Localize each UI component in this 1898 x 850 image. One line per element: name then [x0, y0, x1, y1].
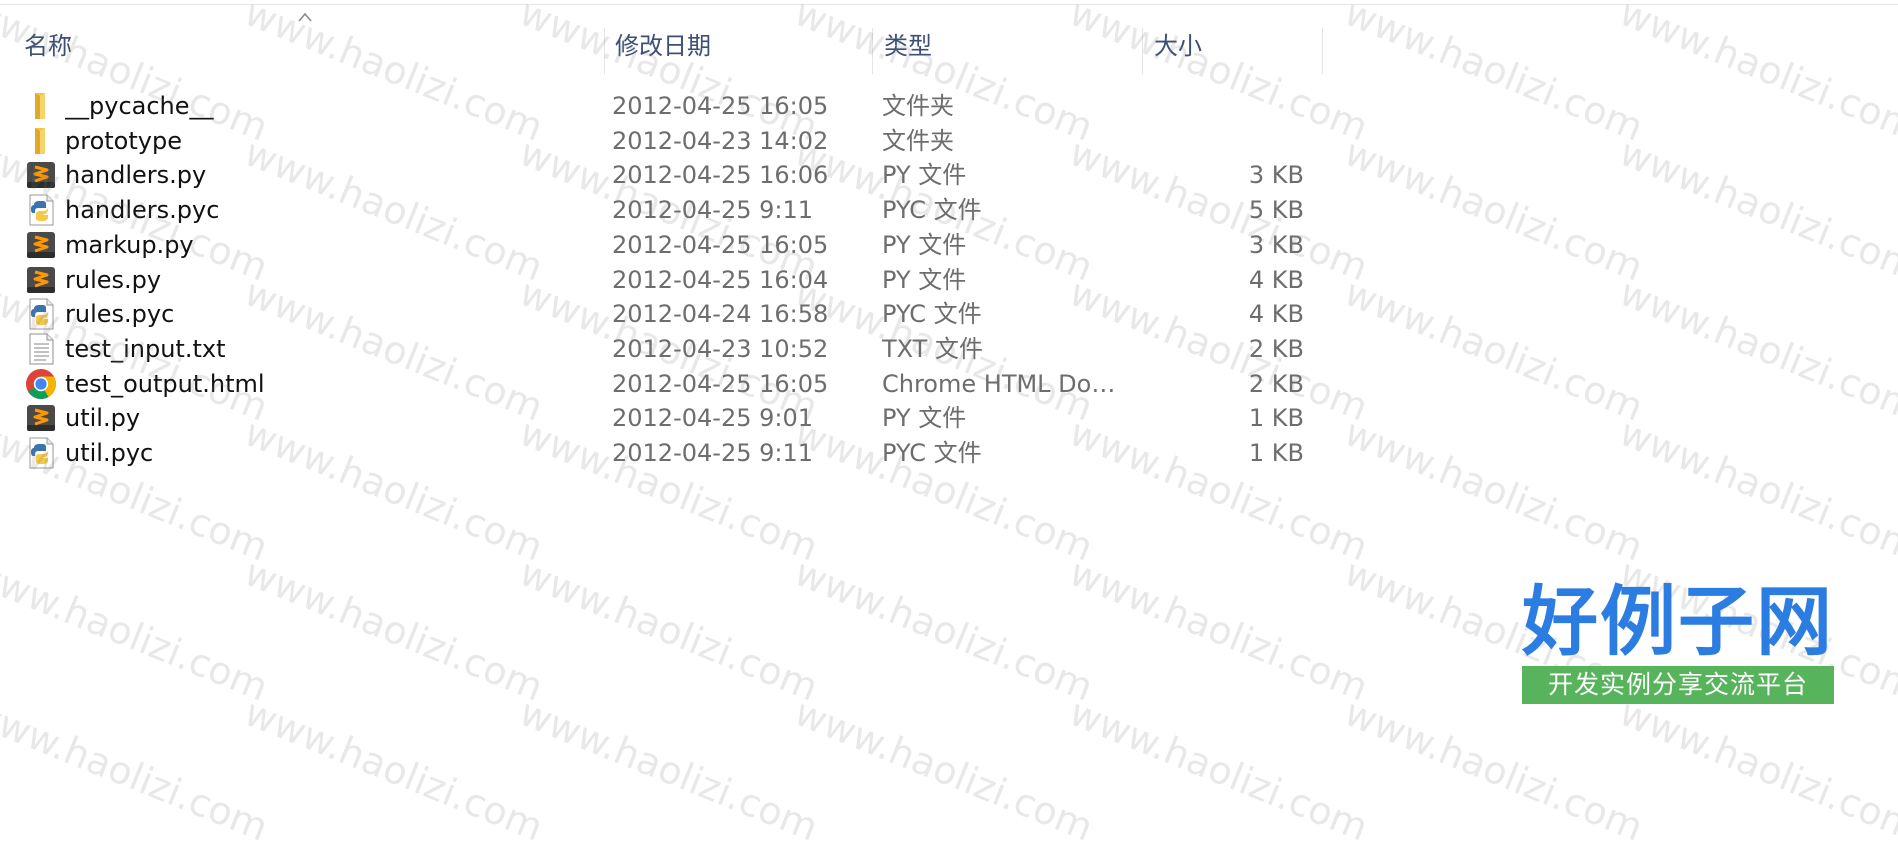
column-header-size[interactable]: 大小	[1154, 18, 1314, 74]
file-name: util.pyc	[65, 439, 154, 467]
logo-title: 好例子网	[1522, 577, 1834, 666]
chrome-icon	[24, 367, 58, 401]
column-header-date-modified[interactable]: 修改日期	[615, 18, 865, 74]
watermark-text: www.haolizi.com	[1338, 410, 1650, 570]
file-row[interactable]: util.pyc 2012-04-25 9:11 PYC 文件 1 KB	[0, 432, 1340, 474]
top-divider	[0, 4, 1898, 5]
logo-subtitle: 开发实例分享交流平台	[1522, 666, 1834, 704]
file-date-modified: 2012-04-25 9:11	[612, 439, 813, 467]
column-divider[interactable]	[604, 28, 605, 74]
column-header-bar: 名称 修改日期 类型 大小	[0, 18, 1340, 74]
sublime-file-icon	[24, 263, 58, 297]
text-file-icon	[24, 332, 58, 366]
folder-icon	[24, 89, 58, 123]
watermark-text: www.haolizi.com	[238, 550, 550, 710]
watermark-text: www.haolizi.com	[1338, 130, 1650, 290]
watermark-text: www.haolizi.com	[513, 550, 825, 710]
watermark-text: www.haolizi.com	[1063, 550, 1375, 710]
sublime-file-icon	[24, 158, 58, 192]
watermark-text: www.haolizi.com	[1338, 270, 1650, 430]
sublime-file-icon	[24, 228, 58, 262]
python-compiled-file-icon	[24, 193, 58, 227]
file-type: PYC 文件	[882, 439, 982, 467]
watermark-text: www.haolizi.com	[1613, 130, 1898, 290]
site-logo: 好例子网 开发实例分享交流平台	[1522, 578, 1834, 704]
column-divider[interactable]	[1322, 28, 1323, 74]
column-header-type[interactable]: 类型	[884, 18, 1134, 74]
sublime-file-icon	[24, 401, 58, 435]
watermark-text: www.haolizi.com	[0, 550, 275, 710]
python-compiled-file-icon	[24, 436, 58, 470]
file-size: 1 KB	[1248, 439, 1304, 467]
watermark-text: www.haolizi.com	[1338, 0, 1650, 150]
watermark-text: www.haolizi.com	[1613, 0, 1898, 150]
folder-icon	[24, 124, 58, 158]
python-compiled-file-icon	[24, 297, 58, 331]
watermark-text: www.haolizi.com	[1613, 270, 1898, 430]
watermark-text: www.haolizi.com	[788, 550, 1100, 710]
column-divider[interactable]	[872, 28, 873, 74]
column-divider[interactable]	[1142, 28, 1143, 74]
column-header-name[interactable]: 名称	[24, 18, 594, 74]
watermark-text: www.haolizi.com	[1613, 410, 1898, 570]
